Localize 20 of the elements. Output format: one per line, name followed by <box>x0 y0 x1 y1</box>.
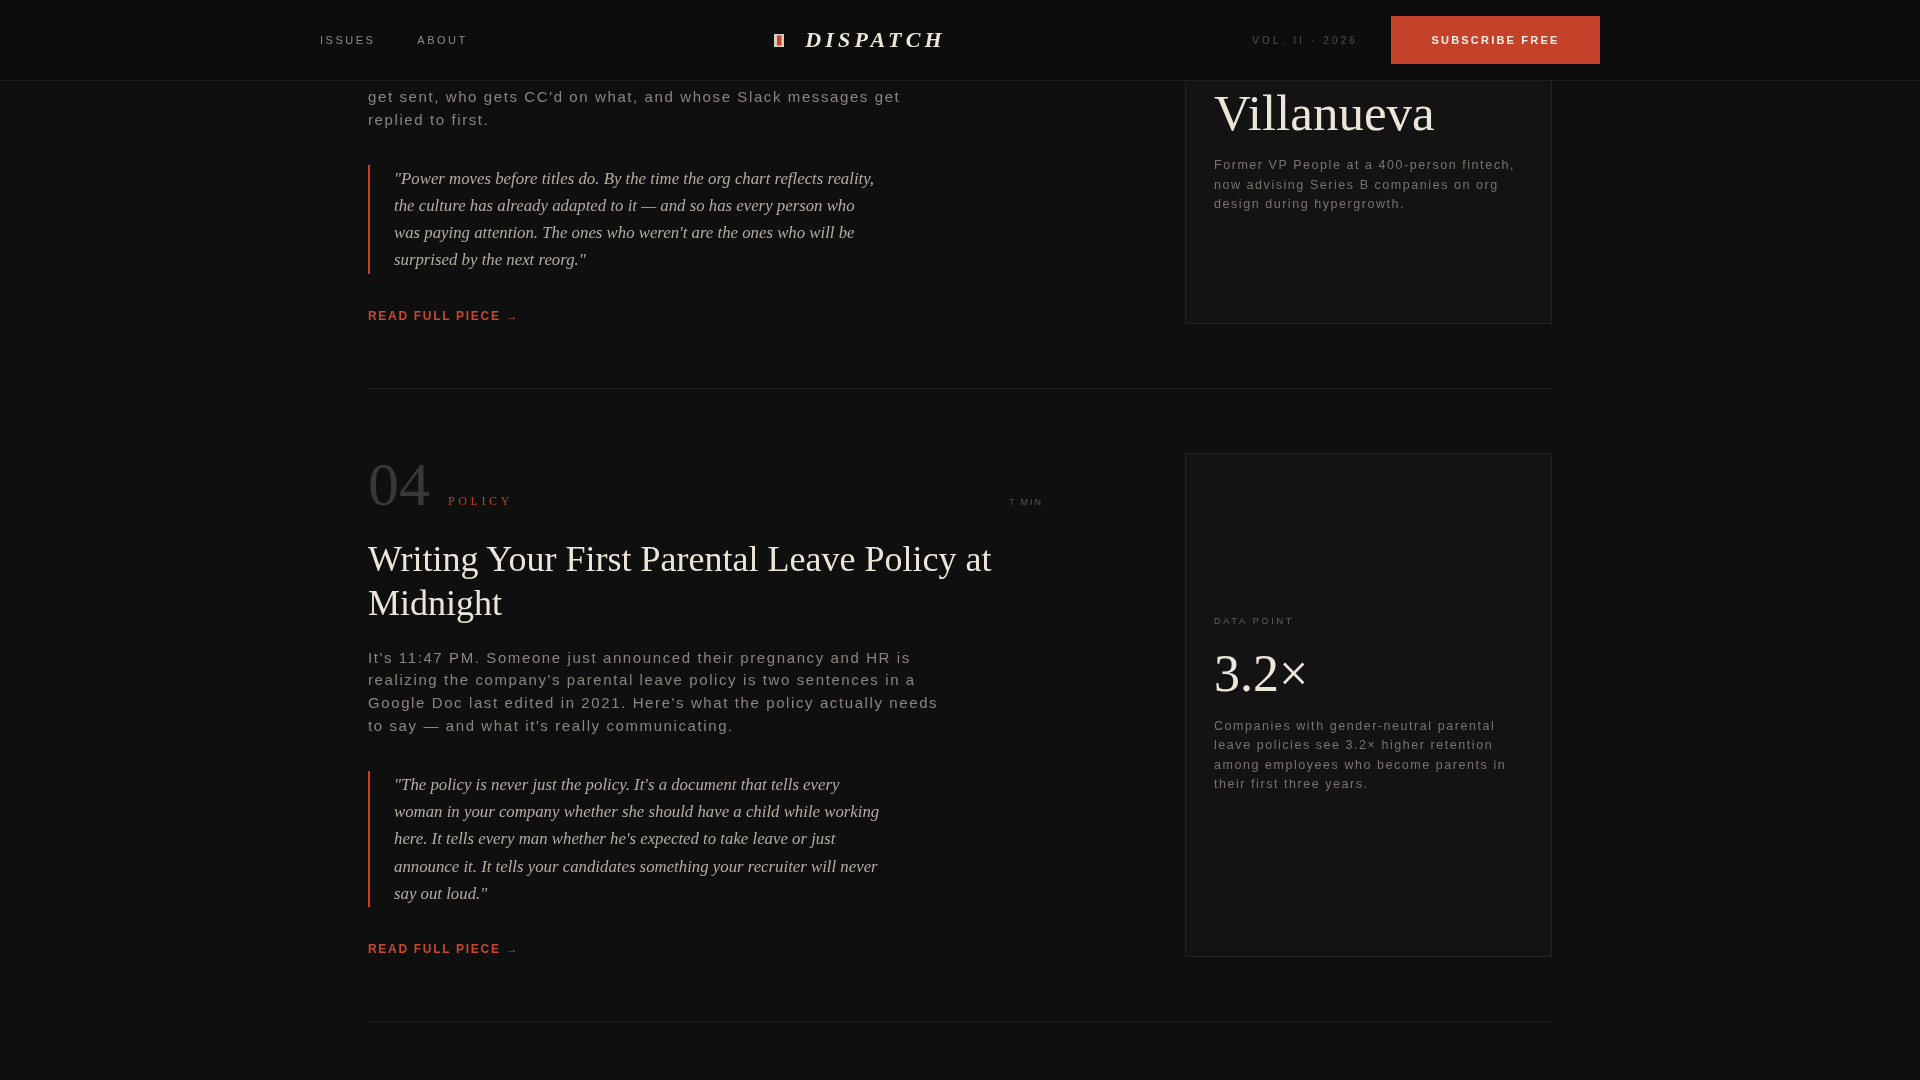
article-excerpt: get sent, who gets CC'd on what, and whose Slack messages get replied to first. <box>368 87 902 130</box>
author-bio: Former VP People at a 400-person fintech, now advising Series B companies on org design during hypergrowth. <box>1214 157 1516 213</box>
read-time: 7 MIN <box>1009 496 1043 507</box>
category-label: POLICY <box>448 493 513 509</box>
stat-description: Companies with gender-neutral parental leave policies see 3.2× higher retention among employees who become parents in their first three years. <box>1214 717 1508 794</box>
stat-value: 3.2× <box>1214 644 1310 702</box>
logo-icon <box>774 33 785 47</box>
nav-link[interactable]: ISSUES <box>320 34 376 46</box>
article-title: Writing Your First Parental Leave Policy at Midnight <box>368 537 993 626</box>
read-more-link[interactable]: READ FULL PIECE → <box>368 941 520 958</box>
author-name: Villanueva <box>1214 85 1436 141</box>
article-excerpt: It's 11:47 PM. Someone just announced their pregnancy and HR is realizing the company's parental leave policy is two sentences in a Google Doc last edited in 2021. Here's what the policy actually needs to say — and what it's really communicating. <box>368 647 940 736</box>
pull-quote: "The policy is never just the policy. It's a document that tells every woman in your company whether she should have a child while working here. It tells every man whether he's expected to take leave or just announce it. It tells your candidates something your recruiter will never say out loud." <box>368 770 882 908</box>
stat-label: DATA POINT <box>1214 615 1296 628</box>
volume-label: VOL. II · 2026 <box>1252 34 1358 46</box>
read-more-link[interactable]: READ FULL PIECE → <box>368 307 520 324</box>
subscribe-button[interactable]: SUBSCRIBE FREE <box>1391 16 1600 64</box>
logo-wordmark[interactable]: DISPATCH <box>805 27 946 53</box>
nav-link[interactable]: ABOUT <box>417 34 468 46</box>
pull-quote: "Power moves before titles do. By the time the org chart reflects reality, the culture has already adapted to it — and so has every person who was paying attention. The ones who weren't are the ones who will be surprised by the next reorg." <box>368 164 882 274</box>
